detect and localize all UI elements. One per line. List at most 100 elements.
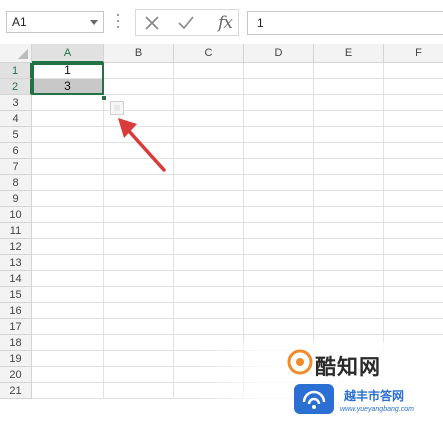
column-header-e[interactable]: E [314,44,384,63]
cell-c5[interactable] [174,127,244,143]
cell-a21[interactable] [32,383,104,399]
cell-b16[interactable] [104,303,174,319]
cell-a2[interactable]: 3 [32,79,104,95]
cell-f14[interactable] [384,271,443,287]
cell-e15[interactable] [314,287,384,303]
row-header-16[interactable]: 16 [0,303,32,319]
cell-c8[interactable] [174,175,244,191]
row-header-15[interactable]: 15 [0,287,32,303]
column-header-f[interactable]: F [384,44,443,63]
cell-c10[interactable] [174,207,244,223]
cell-b20[interactable] [104,367,174,383]
row-header-14[interactable]: 14 [0,271,32,287]
cell-d4[interactable] [244,111,314,127]
cell-e3[interactable] [314,95,384,111]
cell-d3[interactable] [244,95,314,111]
cell-e7[interactable] [314,159,384,175]
cell-e17[interactable] [314,319,384,335]
name-box[interactable]: A1 [6,11,104,33]
cell-e5[interactable] [314,127,384,143]
fill-handle[interactable] [101,95,107,101]
cell-e14[interactable] [314,271,384,287]
cell-b11[interactable] [104,223,174,239]
cell-a1[interactable]: 1 [32,63,104,79]
cell-f10[interactable] [384,207,443,223]
row-header-9[interactable]: 9 [0,191,32,207]
cell-a9[interactable] [32,191,104,207]
select-all-button[interactable] [0,44,32,63]
cell-e8[interactable] [314,175,384,191]
cell-d8[interactable] [244,175,314,191]
cell-f2[interactable] [384,79,443,95]
row-header-10[interactable]: 10 [0,207,32,223]
cell-c11[interactable] [174,223,244,239]
cancel-button[interactable] [141,12,163,34]
cell-c7[interactable] [174,159,244,175]
row-header-2[interactable]: 2 [0,79,32,95]
cell-d2[interactable] [244,79,314,95]
chevron-down-icon[interactable] [90,20,98,25]
cell-c2[interactable] [174,79,244,95]
row-header-20[interactable]: 20 [0,367,32,383]
cell-f9[interactable] [384,191,443,207]
cell-a13[interactable] [32,255,104,271]
drag-handle-icon[interactable] [116,10,120,34]
cell-d14[interactable] [244,271,314,287]
cell-e6[interactable] [314,143,384,159]
cell-d16[interactable] [244,303,314,319]
cell-f3[interactable] [384,95,443,111]
cell-b13[interactable] [104,255,174,271]
cell-d12[interactable] [244,239,314,255]
cell-f11[interactable] [384,223,443,239]
cell-c3[interactable] [174,95,244,111]
cell-a11[interactable] [32,223,104,239]
cell-a12[interactable] [32,239,104,255]
cell-c9[interactable] [174,191,244,207]
cell-a17[interactable] [32,319,104,335]
enter-button[interactable] [175,12,197,34]
column-header-b[interactable]: B [104,44,174,63]
cell-c13[interactable] [174,255,244,271]
cell-d13[interactable] [244,255,314,271]
cell-d17[interactable] [244,319,314,335]
cell-c1[interactable] [174,63,244,79]
cell-f13[interactable] [384,255,443,271]
cell-e2[interactable] [314,79,384,95]
cell-c17[interactable] [174,319,244,335]
row-header-19[interactable]: 19 [0,351,32,367]
cell-f5[interactable] [384,127,443,143]
cell-b12[interactable] [104,239,174,255]
cell-c15[interactable] [174,287,244,303]
cell-e4[interactable] [314,111,384,127]
row-header-18[interactable]: 18 [0,335,32,351]
cell-b15[interactable] [104,287,174,303]
cell-a10[interactable] [32,207,104,223]
cell-a14[interactable] [32,271,104,287]
cell-a20[interactable] [32,367,104,383]
cell-b2[interactable] [104,79,174,95]
cell-a18[interactable] [32,335,104,351]
row-header-3[interactable]: 3 [0,95,32,111]
cell-b17[interactable] [104,319,174,335]
cell-e10[interactable] [314,207,384,223]
cell-f17[interactable] [384,319,443,335]
row-header-4[interactable]: 4 [0,111,32,127]
row-header-1[interactable]: 1 [0,63,32,79]
cell-f8[interactable] [384,175,443,191]
cell-b14[interactable] [104,271,174,287]
cell-d5[interactable] [244,127,314,143]
cell-a7[interactable] [32,159,104,175]
cell-b21[interactable] [104,383,174,399]
row-header-6[interactable]: 6 [0,143,32,159]
cell-f15[interactable] [384,287,443,303]
cell-b1[interactable] [104,63,174,79]
insert-function-button[interactable]: fx [212,12,238,34]
row-header-17[interactable]: 17 [0,319,32,335]
cell-c12[interactable] [174,239,244,255]
cell-e12[interactable] [314,239,384,255]
cell-d15[interactable] [244,287,314,303]
cell-b19[interactable] [104,351,174,367]
cell-f16[interactable] [384,303,443,319]
cell-a8[interactable] [32,175,104,191]
cell-a16[interactable] [32,303,104,319]
